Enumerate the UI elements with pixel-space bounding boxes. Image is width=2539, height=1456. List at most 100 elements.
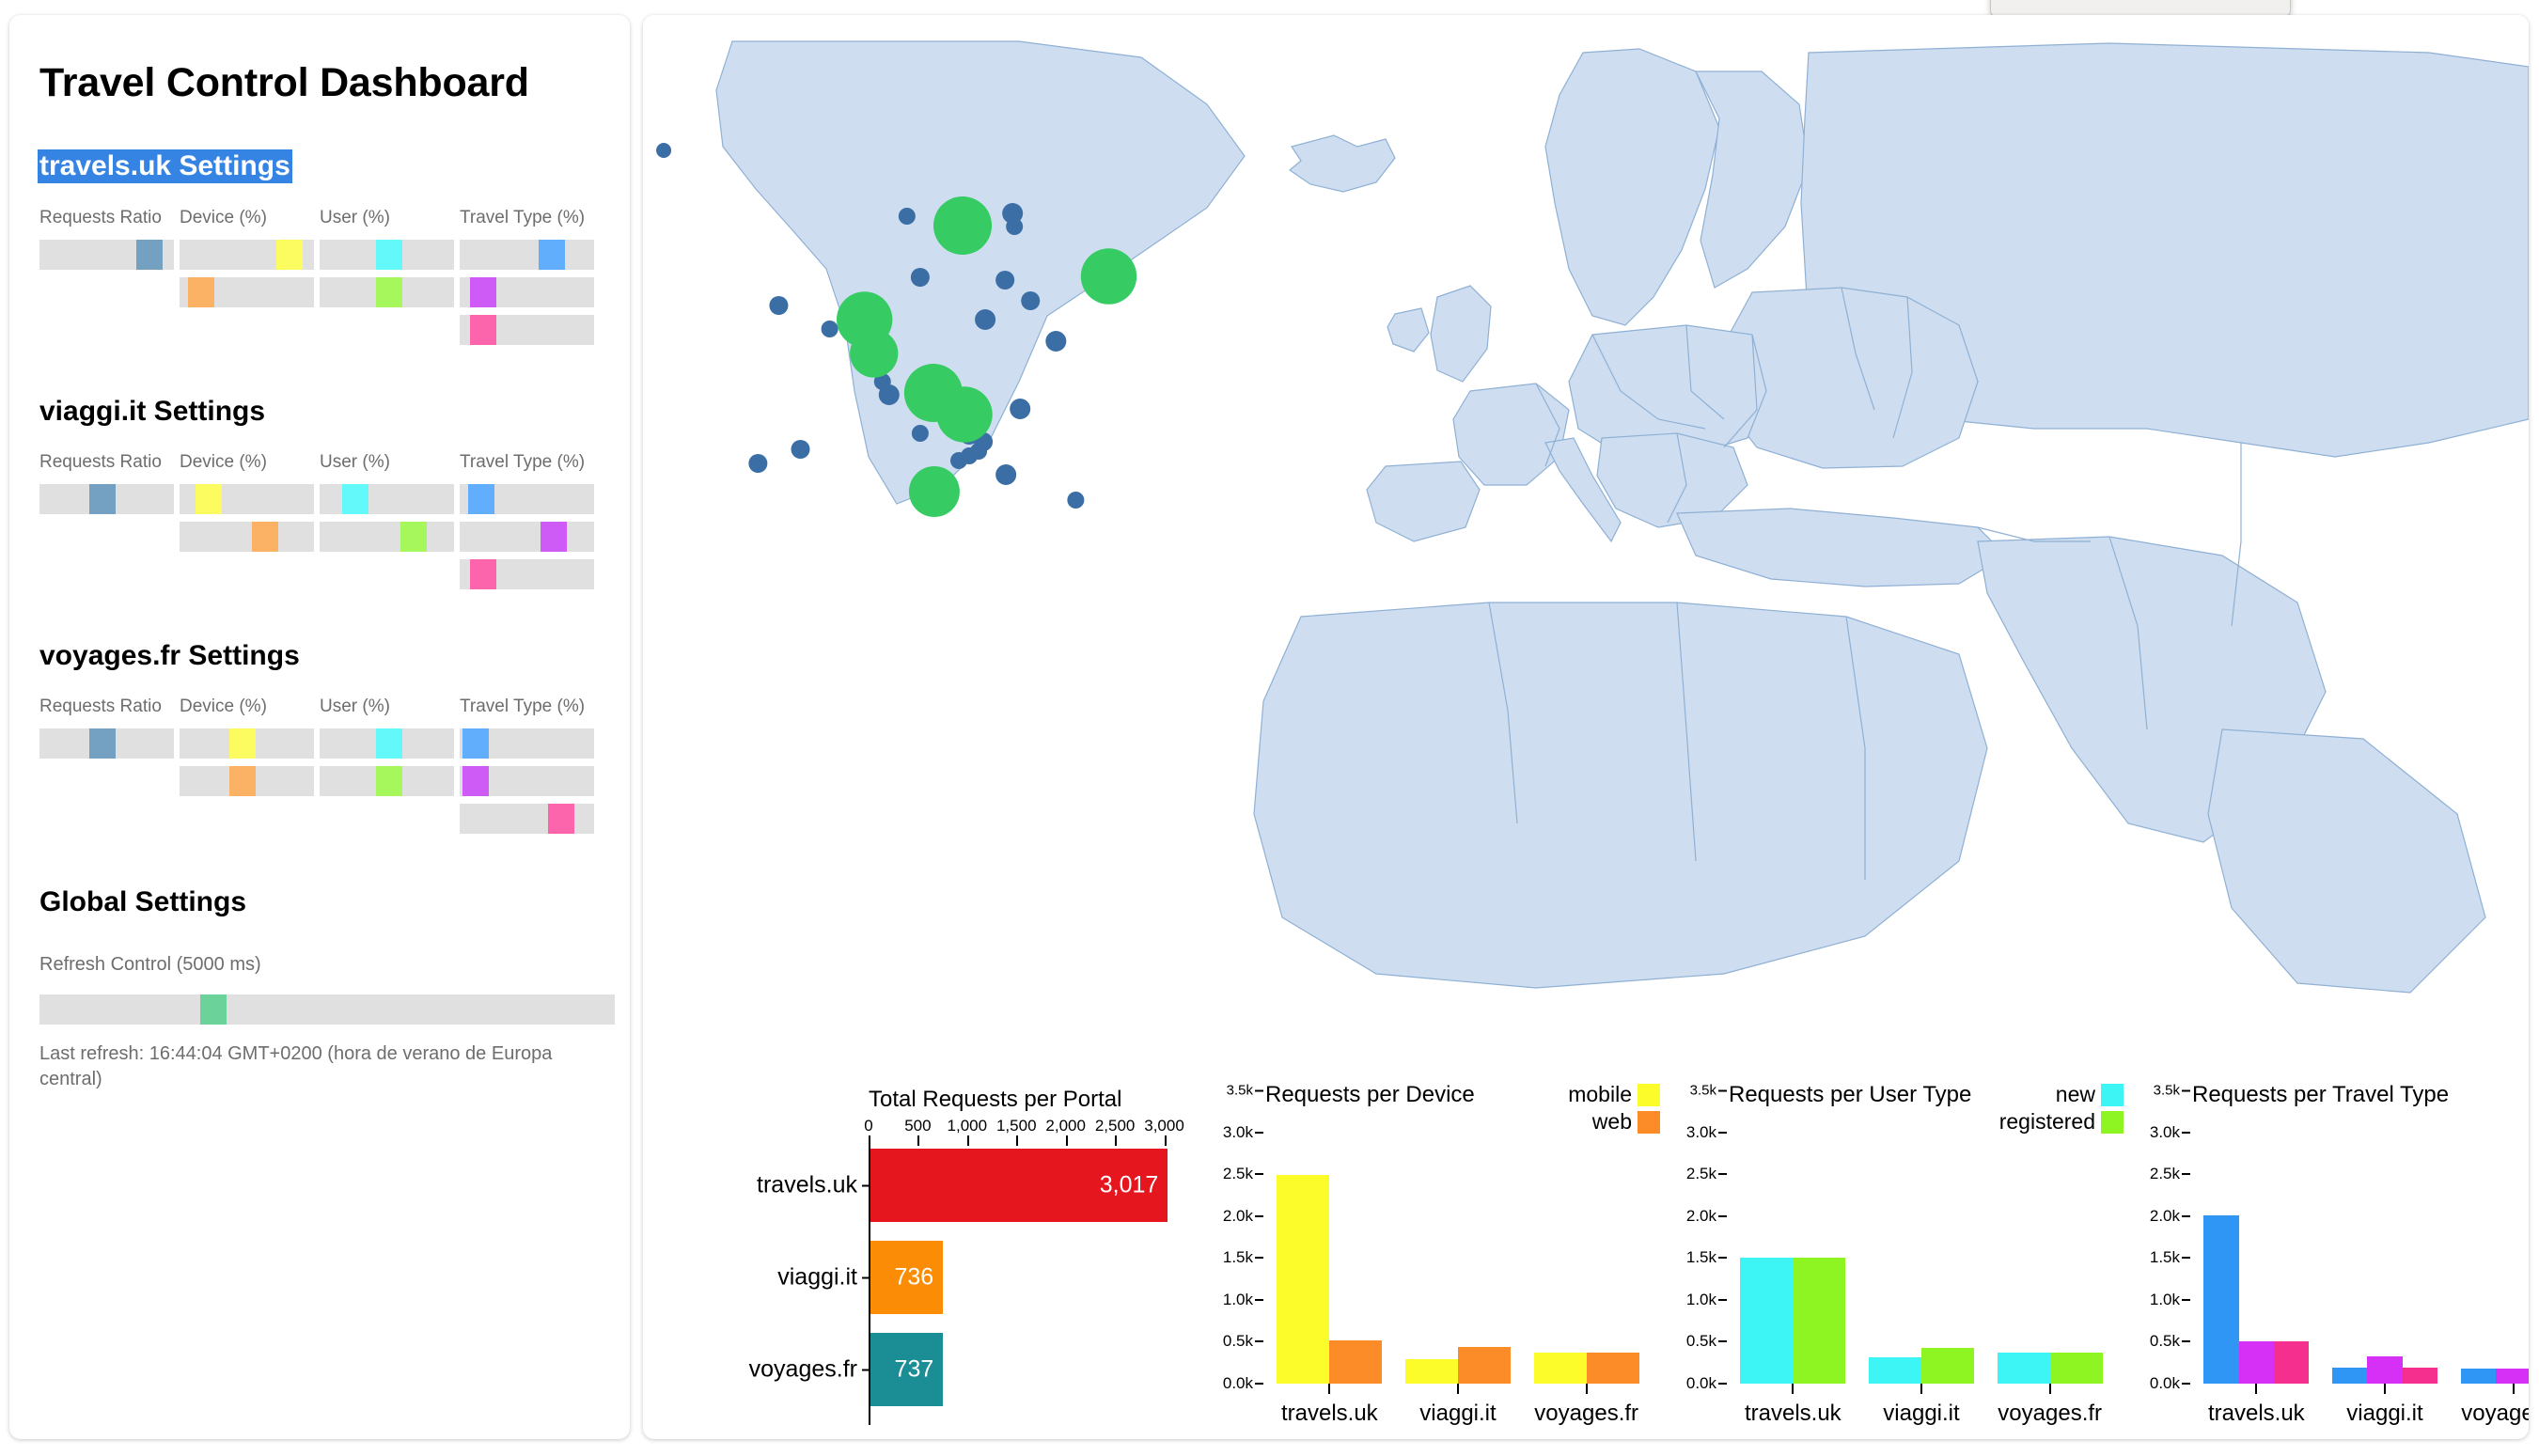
map-land-13	[1676, 508, 2007, 587]
slider-travel_type-2[interactable]	[460, 804, 594, 834]
bar[interactable]	[1329, 1339, 1383, 1384]
map-marker-7[interactable]	[1021, 291, 1041, 310]
slider-device-0[interactable]	[180, 484, 314, 514]
slider-thumb[interactable]	[470, 277, 497, 307]
slider-thumb[interactable]	[467, 484, 494, 514]
slider-thumb[interactable]	[376, 277, 403, 307]
refresh-slider-thumb[interactable]	[200, 994, 227, 1025]
slider-column-label: User (%)	[320, 452, 390, 472]
slider-travel_type-2[interactable]	[460, 559, 594, 589]
map-marker-20[interactable]	[995, 464, 1017, 485]
slider-thumb[interactable]	[135, 240, 163, 270]
slider-thumb[interactable]	[88, 728, 116, 759]
slider-thumb[interactable]	[470, 559, 497, 589]
slider-travel_type-0[interactable]	[460, 484, 594, 514]
bar[interactable]	[2238, 1341, 2274, 1384]
bar[interactable]	[1457, 1346, 1512, 1384]
map-highlight-5[interactable]	[936, 386, 993, 443]
map-marker-17[interactable]	[911, 425, 929, 442]
bar[interactable]	[2495, 1368, 2529, 1384]
map-marker-11[interactable]	[1045, 331, 1067, 352]
slider-thumb[interactable]	[462, 728, 489, 759]
slider-device-1[interactable]	[180, 766, 314, 796]
bar[interactable]	[2331, 1367, 2368, 1384]
slider-thumb[interactable]	[228, 728, 256, 759]
refresh-control-slider[interactable]	[39, 994, 615, 1025]
map-marker-23[interactable]	[1067, 492, 1085, 509]
slider-travel_type-2[interactable]	[460, 315, 594, 345]
slider-thumb[interactable]	[400, 522, 427, 552]
bar[interactable]	[2367, 1355, 2403, 1384]
bar[interactable]	[1586, 1353, 1639, 1384]
slider-user-0[interactable]	[320, 728, 454, 759]
map-marker-19[interactable]	[748, 454, 768, 473]
bar[interactable]	[1868, 1356, 1921, 1384]
slider-thumb[interactable]	[187, 277, 214, 307]
bar[interactable]	[1793, 1257, 1846, 1384]
slider-thumb[interactable]	[462, 766, 489, 796]
x-tick-label: 0	[864, 1117, 873, 1135]
slider-thumb[interactable]	[88, 484, 116, 514]
slider-thumb[interactable]	[252, 522, 279, 552]
europe-map[interactable]	[643, 15, 2529, 1077]
map-marker-10[interactable]	[821, 321, 838, 337]
bar[interactable]: 3,017	[870, 1149, 1168, 1222]
slider-thumb[interactable]	[540, 522, 567, 552]
slider-user-1[interactable]	[320, 277, 454, 307]
slider-thumb[interactable]	[196, 484, 223, 514]
slider-thumb[interactable]	[376, 766, 403, 796]
bar[interactable]	[2460, 1368, 2496, 1384]
bar[interactable]	[2402, 1367, 2437, 1384]
map-highlight-6[interactable]	[908, 466, 960, 517]
slider-thumb[interactable]	[376, 728, 403, 759]
map-marker-1[interactable]	[656, 143, 672, 158]
map-marker-8[interactable]	[769, 296, 789, 315]
map-highlight-1[interactable]	[1080, 248, 1137, 305]
slider-travel_type-1[interactable]	[460, 766, 594, 796]
bar[interactable]	[2274, 1341, 2310, 1384]
slider-travel_type-0[interactable]	[460, 240, 594, 270]
slider-thumb[interactable]	[470, 315, 497, 345]
bar[interactable]	[1277, 1175, 1330, 1384]
slider-travel_type-1[interactable]	[460, 277, 594, 307]
map-marker-2[interactable]	[898, 208, 916, 225]
slider-user-0[interactable]	[320, 240, 454, 270]
bar[interactable]	[2203, 1214, 2239, 1384]
slider-thumb[interactable]	[275, 240, 303, 270]
map-highlight-0[interactable]	[933, 196, 993, 256]
slider-device-1[interactable]	[180, 522, 314, 552]
slider-device-1[interactable]	[180, 277, 314, 307]
map-marker-9[interactable]	[975, 309, 996, 330]
map-marker-14[interactable]	[1010, 399, 1031, 419]
slider-device-0[interactable]	[180, 728, 314, 759]
bar[interactable]	[1533, 1352, 1587, 1384]
bar[interactable]	[1740, 1257, 1794, 1384]
map-marker-24[interactable]	[950, 452, 968, 469]
slider-thumb[interactable]	[342, 484, 369, 514]
bar[interactable]	[2049, 1352, 2103, 1384]
bar[interactable]	[1404, 1358, 1458, 1384]
bar[interactable]: 736	[870, 1241, 944, 1314]
map-marker-5[interactable]	[910, 268, 930, 287]
map-highlight-3[interactable]	[850, 329, 899, 378]
map-marker-18[interactable]	[791, 440, 810, 459]
bar[interactable]	[1997, 1352, 2050, 1384]
slider-travel_type-0[interactable]	[460, 728, 594, 759]
slider-user-1[interactable]	[320, 766, 454, 796]
slider-user-0[interactable]	[320, 484, 454, 514]
slider-device-0[interactable]	[180, 240, 314, 270]
bar-value-label: 3,017	[1099, 1171, 1159, 1198]
map-marker-4[interactable]	[1006, 218, 1024, 235]
bar[interactable]: 737	[870, 1333, 944, 1406]
slider-thumb[interactable]	[228, 766, 256, 796]
slider-thumb[interactable]	[548, 804, 575, 834]
slider-thumb[interactable]	[376, 240, 403, 270]
bar[interactable]	[1920, 1347, 1975, 1384]
slider-requests_ratio-0[interactable]	[39, 484, 174, 514]
slider-requests_ratio-0[interactable]	[39, 240, 174, 270]
slider-travel_type-1[interactable]	[460, 522, 594, 552]
slider-thumb[interactable]	[539, 240, 566, 270]
map-marker-6[interactable]	[995, 271, 1015, 290]
slider-user-1[interactable]	[320, 522, 454, 552]
slider-requests_ratio-0[interactable]	[39, 728, 174, 759]
